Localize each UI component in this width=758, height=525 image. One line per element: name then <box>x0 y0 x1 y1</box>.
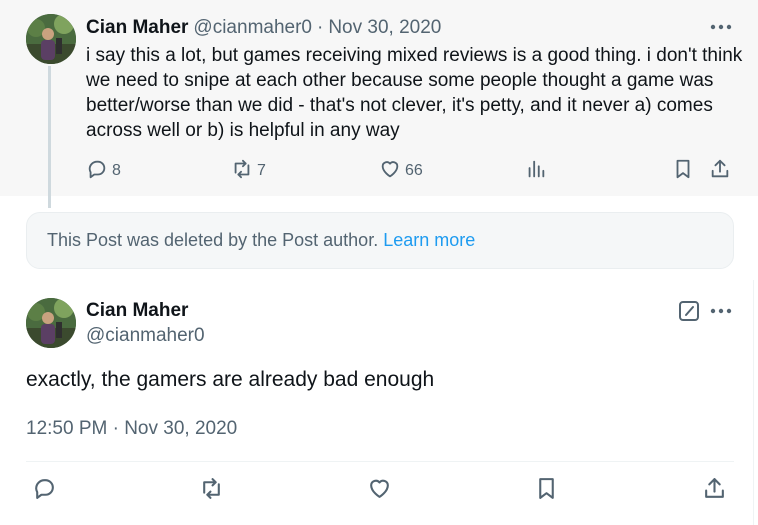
like-icon <box>379 158 401 185</box>
like-button[interactable] <box>367 478 392 504</box>
tweet-timestamp[interactable]: 12:50 PM · Nov 30, 2020 <box>26 418 237 440</box>
like-button[interactable]: 66 <box>379 158 423 184</box>
deleted-post-notice: This Post was deleted by the Post author… <box>26 212 734 269</box>
reply-icon <box>86 158 108 185</box>
share-icon <box>702 476 727 506</box>
like-count: 66 <box>405 162 423 179</box>
author-name[interactable]: Cian Maher <box>86 300 188 322</box>
tweet-text: exactly, the gamers are already bad enou… <box>26 368 435 391</box>
repost-icon <box>231 158 253 185</box>
author-handle[interactable]: @cianmaher0 <box>86 325 205 347</box>
divider <box>26 461 734 462</box>
tweet-header: Cian Maher @cianmaher0 · Nov 30, 2020 <box>86 16 441 40</box>
more-icon[interactable] <box>706 15 736 39</box>
reply-button[interactable] <box>32 478 57 504</box>
bookmark-icon <box>672 158 694 185</box>
bookmark-icon <box>534 476 559 506</box>
reply-count: 8 <box>112 162 121 179</box>
deleted-notice-text: This Post was deleted by the Post author… <box>47 230 379 250</box>
tweet-date[interactable]: Nov 30, 2020 <box>328 17 441 39</box>
views-icon <box>525 158 547 185</box>
thread-connector <box>48 66 51 208</box>
repost-button[interactable] <box>199 478 224 504</box>
author-name[interactable]: Cian Maher <box>86 17 188 39</box>
views-button[interactable] <box>525 158 547 184</box>
edit-icon[interactable] <box>677 299 701 323</box>
repost-icon <box>199 476 224 506</box>
tweet-text: i say this a lot, but games receiving mi… <box>86 45 743 141</box>
reply-icon <box>32 476 57 506</box>
separator-dot: · <box>317 17 324 38</box>
more-icon[interactable] <box>706 299 736 323</box>
author-handle[interactable]: @cianmaher0 <box>193 17 312 39</box>
learn-more-link[interactable]: Learn more <box>383 230 475 251</box>
avatar[interactable] <box>26 14 76 64</box>
tweet-actions <box>26 478 734 506</box>
tweet-actions: 8 7 66 <box>86 158 736 184</box>
repost-count: 7 <box>257 162 266 179</box>
reply-button[interactable]: 8 <box>86 158 121 184</box>
like-icon <box>367 476 392 506</box>
share-button[interactable] <box>702 478 727 504</box>
bookmark-button[interactable] <box>534 478 559 504</box>
share-icon <box>709 158 731 185</box>
parent-tweet[interactable]: Cian Maher @cianmaher0 · Nov 30, 2020 i … <box>0 0 758 196</box>
bookmark-button[interactable] <box>672 158 694 184</box>
avatar[interactable] <box>26 298 76 348</box>
share-button[interactable] <box>709 158 731 184</box>
repost-button[interactable]: 7 <box>231 158 266 184</box>
